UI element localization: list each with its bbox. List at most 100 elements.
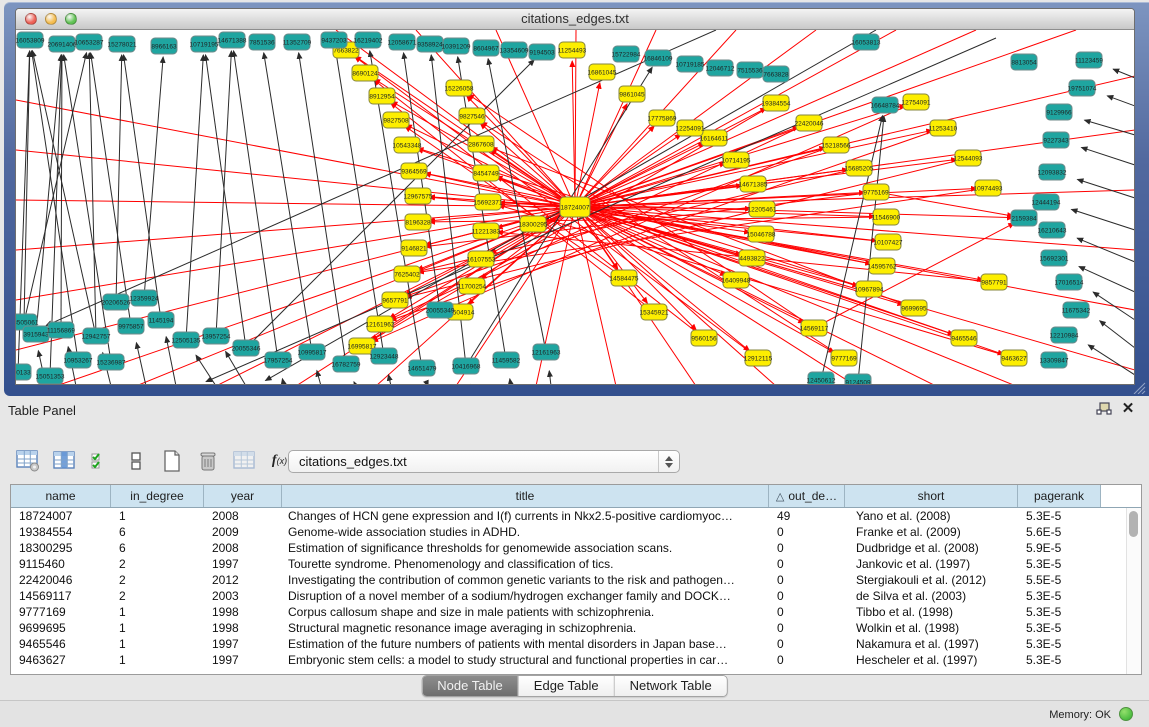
svg-text:11546900: 11546900 bbox=[872, 214, 901, 221]
svg-text:12450612: 12450612 bbox=[807, 377, 836, 384]
cell-year: 1997 bbox=[204, 557, 282, 571]
svg-text:15218566: 15218566 bbox=[822, 142, 851, 149]
svg-text:10653287: 10653287 bbox=[75, 39, 104, 46]
svg-text:12254091: 12254091 bbox=[676, 125, 705, 132]
svg-text:15278021: 15278021 bbox=[108, 41, 137, 48]
tab-edge-table[interactable]: Edge Table bbox=[518, 676, 614, 696]
show-columns-icon[interactable] bbox=[50, 448, 77, 475]
row-height-icon[interactable] bbox=[122, 448, 149, 475]
scrollbar-thumb[interactable] bbox=[1129, 511, 1138, 537]
svg-text:9463627: 9463627 bbox=[1001, 355, 1027, 362]
svg-text:8454749: 8454749 bbox=[473, 170, 499, 177]
svg-text:9194503: 9194503 bbox=[529, 49, 555, 56]
cell-in_degree: 1 bbox=[111, 653, 204, 667]
svg-text:11352709: 11352709 bbox=[283, 39, 312, 46]
cell-name: 9115460 bbox=[11, 557, 111, 571]
delete-column-icon[interactable] bbox=[194, 448, 221, 475]
table-row[interactable]: 1456911722003Disruption of a novel membe… bbox=[11, 588, 1127, 604]
minimize-window-button[interactable] bbox=[45, 13, 57, 25]
cell-title: Changes of HCN gene expression and I(f) … bbox=[282, 509, 769, 523]
svg-text:12912115: 12912115 bbox=[744, 355, 773, 362]
svg-text:9146821: 9146821 bbox=[401, 245, 427, 252]
svg-text:8813054: 8813054 bbox=[1011, 59, 1037, 66]
cell-pagerank: 5.3E-5 bbox=[1018, 557, 1101, 571]
svg-text:8966163: 8966163 bbox=[151, 43, 177, 50]
close-window-button[interactable] bbox=[25, 13, 37, 25]
cell-title: Estimation of the future numbers of pati… bbox=[282, 637, 769, 651]
select-columns-icon[interactable] bbox=[86, 448, 113, 475]
table-row[interactable]: 946362711997Embryonic stem cells: a mode… bbox=[11, 652, 1127, 668]
network-canvas[interactable]: 1872400776638228690124891295498275081054… bbox=[16, 30, 1134, 384]
svg-text:1145194: 1145194 bbox=[149, 317, 174, 324]
tab-node-table[interactable]: Node Table bbox=[422, 676, 518, 696]
svg-text:14595762: 14595762 bbox=[868, 263, 897, 270]
column-header-year[interactable]: year bbox=[204, 485, 282, 507]
svg-text:15051353: 15051353 bbox=[36, 373, 65, 380]
svg-text:11675342: 11675342 bbox=[1062, 307, 1091, 314]
svg-text:18300295: 18300295 bbox=[519, 221, 548, 228]
cell-short: Yano et al. (2008) bbox=[845, 509, 1018, 523]
column-header-name[interactable]: name bbox=[11, 485, 111, 507]
memory-status-label: Memory: OK bbox=[1049, 709, 1111, 721]
svg-text:12444194: 12444194 bbox=[1032, 199, 1061, 206]
column-header-pagerank[interactable]: pagerank bbox=[1018, 485, 1101, 507]
table-row[interactable]: 1830029562008Estimation of significance … bbox=[11, 540, 1127, 556]
table-row[interactable]: 1872400712008Changes of HCN gene express… bbox=[11, 508, 1127, 524]
column-header-title[interactable]: title bbox=[282, 485, 769, 507]
table-selector-dropdown[interactable]: citations_edges.txt bbox=[288, 450, 680, 473]
cell-short: Tibbo et al. (1998) bbox=[845, 605, 1018, 619]
window-titlebar[interactable]: citations_edges.txt bbox=[16, 9, 1134, 30]
svg-text:15226058: 15226058 bbox=[445, 85, 474, 92]
cell-short: Stergiakouli et al. (2012) bbox=[845, 573, 1018, 587]
svg-text:12046712: 12046712 bbox=[706, 65, 735, 72]
column-header-out_de[interactable]: △out_de… bbox=[769, 485, 845, 507]
cell-year: 2009 bbox=[204, 525, 282, 539]
network-graph-svg[interactable]: 1872400776638228690124891295498275081054… bbox=[16, 30, 1134, 384]
cell-name: 18300295 bbox=[11, 541, 111, 555]
tab-network-table[interactable]: Network Table bbox=[614, 676, 727, 696]
close-panel-icon[interactable]: ✕ bbox=[1119, 400, 1137, 418]
table-row[interactable]: 977716911998Corpus callosum shape and si… bbox=[11, 604, 1127, 620]
column-header-short[interactable]: short bbox=[845, 485, 1018, 507]
table-row[interactable]: 1938455462009Genome-wide association stu… bbox=[11, 524, 1127, 540]
delete-table-disabled-icon[interactable] bbox=[230, 448, 257, 475]
cell-title: Corpus callosum shape and size in male p… bbox=[282, 605, 769, 619]
cell-in_degree: 2 bbox=[111, 557, 204, 571]
zoom-window-button[interactable] bbox=[65, 13, 77, 25]
svg-text:16107553: 16107553 bbox=[467, 256, 496, 263]
svg-text:9364569: 9364569 bbox=[401, 168, 427, 175]
cell-pagerank: 5.3E-5 bbox=[1018, 589, 1101, 603]
cell-in_degree: 6 bbox=[111, 541, 204, 555]
table-scrollbar[interactable] bbox=[1126, 508, 1141, 674]
cell-out_de: 0 bbox=[769, 637, 845, 651]
svg-text:13354609: 13354609 bbox=[500, 47, 529, 54]
header-filler bbox=[1101, 485, 1141, 507]
table-row[interactable]: 2242004622012Investigating the contribut… bbox=[11, 572, 1127, 588]
cell-title: Structural magnetic resonance image aver… bbox=[282, 621, 769, 635]
svg-text:7851536: 7851536 bbox=[249, 39, 275, 46]
memory-status-icon[interactable] bbox=[1119, 707, 1133, 721]
float-panel-icon[interactable] bbox=[1095, 402, 1113, 418]
table-selector-value: citations_edges.txt bbox=[299, 454, 407, 469]
table-row[interactable]: 911546021997Tourette syndrome. Phenomeno… bbox=[11, 556, 1127, 572]
cell-pagerank: 5.5E-5 bbox=[1018, 573, 1101, 587]
svg-text:9975857: 9975857 bbox=[118, 323, 144, 330]
column-header-in_degree[interactable]: in_degree bbox=[111, 485, 204, 507]
create-column-icon[interactable] bbox=[158, 448, 185, 475]
cell-pagerank: 5.3E-5 bbox=[1018, 637, 1101, 651]
resize-grip-icon[interactable] bbox=[1132, 382, 1146, 394]
svg-text:18505061: 18505061 bbox=[16, 319, 39, 326]
svg-text:15692371: 15692371 bbox=[474, 199, 503, 206]
svg-text:12359924: 12359924 bbox=[130, 295, 159, 302]
cell-pagerank: 5.3E-5 bbox=[1018, 621, 1101, 635]
table-mode-icon[interactable] bbox=[14, 448, 41, 475]
svg-text:9657791: 9657791 bbox=[382, 297, 408, 304]
cell-year: 2003 bbox=[204, 589, 282, 603]
table-row[interactable]: 969969511998Structural magnetic resonanc… bbox=[11, 620, 1127, 636]
svg-text:12210984: 12210984 bbox=[1050, 332, 1079, 339]
svg-text:15722984: 15722984 bbox=[612, 51, 641, 58]
table-row[interactable]: 946554611997Estimation of the future num… bbox=[11, 636, 1127, 652]
svg-text:8196328: 8196328 bbox=[405, 219, 431, 226]
network-view-frame: citations_edges.txt 18724007766382286901… bbox=[4, 2, 1149, 396]
svg-text:12967575: 12967575 bbox=[404, 193, 433, 200]
